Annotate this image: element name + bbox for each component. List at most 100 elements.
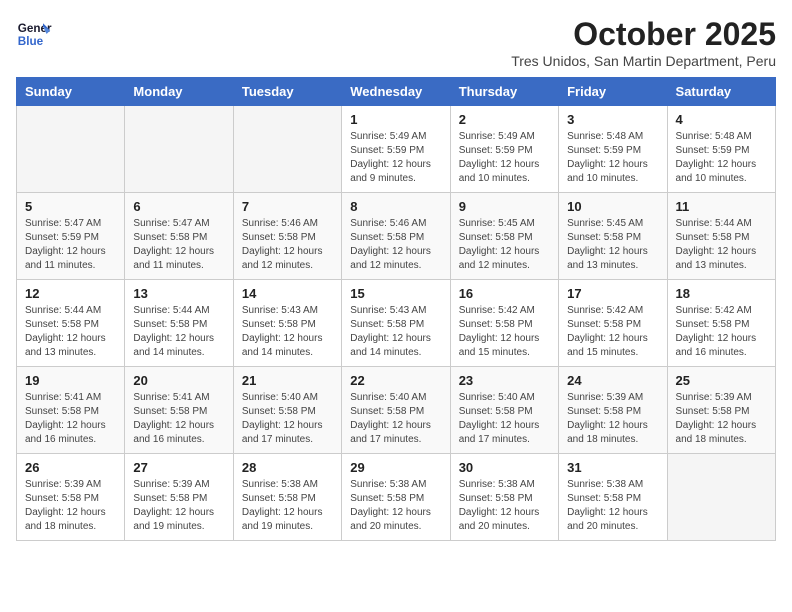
day-info: Sunrise: 5:41 AM Sunset: 5:58 PM Dayligh… bbox=[25, 391, 116, 447]
calendar-day-21: 21 Sunrise: 5:40 AM Sunset: 5:58 PM Dayli… bbox=[233, 367, 341, 454]
calendar-day-13: 13 Sunrise: 5:44 AM Sunset: 5:58 PM Dayli… bbox=[125, 280, 233, 367]
calendar-day-17: 17 Sunrise: 5:42 AM Sunset: 5:58 PM Dayli… bbox=[559, 280, 667, 367]
day-info: Sunrise: 5:44 AM Sunset: 5:58 PM Dayligh… bbox=[25, 304, 116, 360]
calendar-day-30: 30Sunrise: 5:38 AM Sunset: 5:58 PM Dayli… bbox=[450, 454, 558, 541]
day-number: 1 bbox=[350, 112, 441, 127]
calendar-day-20: 20 Sunrise: 5:41 AM Sunset: 5:58 PM Dayli… bbox=[125, 367, 233, 454]
month-title: October 2025 bbox=[511, 16, 776, 53]
calendar-day-24: 24 Sunrise: 5:39 AM Sunset: 5:58 PM Dayli… bbox=[559, 367, 667, 454]
calendar-week-row: 19 Sunrise: 5:41 AM Sunset: 5:58 PM Dayli… bbox=[17, 367, 776, 454]
calendar-day-18: 18 Sunrise: 5:42 AM Sunset: 5:58 PM Dayli… bbox=[667, 280, 775, 367]
calendar-day-1: 1 Sunrise: 5:49 AM Sunset: 5:59 PM Daylig… bbox=[342, 106, 450, 193]
day-info: Sunrise: 5:42 AM Sunset: 5:58 PM Dayligh… bbox=[459, 304, 550, 360]
weekday-header-thursday: Thursday bbox=[450, 78, 558, 106]
day-number: 27 bbox=[133, 460, 224, 475]
day-info: Sunrise: 5:38 AM Sunset: 5:58 PM Dayligh… bbox=[567, 478, 658, 534]
day-number: 8 bbox=[350, 199, 441, 214]
day-info: Sunrise: 5:42 AM Sunset: 5:58 PM Dayligh… bbox=[567, 304, 658, 360]
day-number: 6 bbox=[133, 199, 224, 214]
day-info: Sunrise: 5:43 AM Sunset: 5:58 PM Dayligh… bbox=[242, 304, 333, 360]
calendar-day-31: 31Sunrise: 5:38 AM Sunset: 5:58 PM Dayli… bbox=[559, 454, 667, 541]
day-info: Sunrise: 5:48 AM Sunset: 5:59 PM Dayligh… bbox=[676, 130, 767, 186]
day-info: Sunrise: 5:46 AM Sunset: 5:58 PM Dayligh… bbox=[350, 217, 441, 273]
calendar-day-3: 3Sunrise: 5:48 AM Sunset: 5:59 PM Daylig… bbox=[559, 106, 667, 193]
calendar-day-6: 6Sunrise: 5:47 AM Sunset: 5:58 PM Daylig… bbox=[125, 193, 233, 280]
calendar-table: SundayMondayTuesdayWednesdayThursdayFrid… bbox=[16, 77, 776, 541]
weekday-header-saturday: Saturday bbox=[667, 78, 775, 106]
title-section: October 2025 Tres Unidos, San Martin Dep… bbox=[511, 16, 776, 69]
day-number: 9 bbox=[459, 199, 550, 214]
day-number: 25 bbox=[676, 373, 767, 388]
day-info: Sunrise: 5:39 AM Sunset: 5:58 PM Dayligh… bbox=[133, 478, 224, 534]
calendar-day-22: 22 Sunrise: 5:40 AM Sunset: 5:58 PM Dayli… bbox=[342, 367, 450, 454]
day-info: Sunrise: 5:39 AM Sunset: 5:58 PM Dayligh… bbox=[567, 391, 658, 447]
calendar-day-2: 2 Sunrise: 5:49 AM Sunset: 5:59 PM Daylig… bbox=[450, 106, 558, 193]
calendar-day-11: 11Sunrise: 5:44 AM Sunset: 5:58 PM Dayli… bbox=[667, 193, 775, 280]
day-number: 2 bbox=[459, 112, 550, 127]
day-info: Sunrise: 5:49 AM Sunset: 5:59 PM Dayligh… bbox=[350, 130, 441, 186]
day-number: 19 bbox=[25, 373, 116, 388]
calendar-day-16: 16 Sunrise: 5:42 AM Sunset: 5:58 PM Dayli… bbox=[450, 280, 558, 367]
day-info: Sunrise: 5:48 AM Sunset: 5:59 PM Dayligh… bbox=[567, 130, 658, 186]
day-info: Sunrise: 5:44 AM Sunset: 5:58 PM Dayligh… bbox=[133, 304, 224, 360]
day-number: 13 bbox=[133, 286, 224, 301]
calendar-day-7: 7Sunrise: 5:46 AM Sunset: 5:58 PM Daylig… bbox=[233, 193, 341, 280]
day-info: Sunrise: 5:42 AM Sunset: 5:58 PM Dayligh… bbox=[676, 304, 767, 360]
day-number: 23 bbox=[459, 373, 550, 388]
calendar-week-row: 1 Sunrise: 5:49 AM Sunset: 5:59 PM Daylig… bbox=[17, 106, 776, 193]
day-info: Sunrise: 5:39 AM Sunset: 5:58 PM Dayligh… bbox=[676, 391, 767, 447]
calendar-empty-cell bbox=[667, 454, 775, 541]
logo: General Blue bbox=[16, 16, 52, 52]
day-number: 15 bbox=[350, 286, 441, 301]
day-info: Sunrise: 5:49 AM Sunset: 5:59 PM Dayligh… bbox=[459, 130, 550, 186]
day-number: 26 bbox=[25, 460, 116, 475]
calendar-day-19: 19 Sunrise: 5:41 AM Sunset: 5:58 PM Dayli… bbox=[17, 367, 125, 454]
day-info: Sunrise: 5:38 AM Sunset: 5:58 PM Dayligh… bbox=[350, 478, 441, 534]
day-info: Sunrise: 5:40 AM Sunset: 5:58 PM Dayligh… bbox=[459, 391, 550, 447]
day-number: 5 bbox=[25, 199, 116, 214]
calendar-day-10: 10 Sunrise: 5:45 AM Sunset: 5:58 PM Dayli… bbox=[559, 193, 667, 280]
weekday-header-wednesday: Wednesday bbox=[342, 78, 450, 106]
weekday-header-tuesday: Tuesday bbox=[233, 78, 341, 106]
day-info: Sunrise: 5:45 AM Sunset: 5:58 PM Dayligh… bbox=[567, 217, 658, 273]
calendar-week-row: 26 Sunrise: 5:39 AM Sunset: 5:58 PM Dayli… bbox=[17, 454, 776, 541]
weekday-header-row: SundayMondayTuesdayWednesdayThursdayFrid… bbox=[17, 78, 776, 106]
calendar-empty-cell bbox=[233, 106, 341, 193]
day-info: Sunrise: 5:45 AM Sunset: 5:58 PM Dayligh… bbox=[459, 217, 550, 273]
day-number: 14 bbox=[242, 286, 333, 301]
day-number: 12 bbox=[25, 286, 116, 301]
day-number: 24 bbox=[567, 373, 658, 388]
logo-icon: General Blue bbox=[16, 16, 52, 52]
calendar-day-27: 27 Sunrise: 5:39 AM Sunset: 5:58 PM Dayli… bbox=[125, 454, 233, 541]
day-info: Sunrise: 5:40 AM Sunset: 5:58 PM Dayligh… bbox=[242, 391, 333, 447]
weekday-header-monday: Monday bbox=[125, 78, 233, 106]
day-number: 18 bbox=[676, 286, 767, 301]
day-number: 17 bbox=[567, 286, 658, 301]
day-number: 10 bbox=[567, 199, 658, 214]
calendar-week-row: 5 Sunrise: 5:47 AM Sunset: 5:59 PM Daylig… bbox=[17, 193, 776, 280]
day-number: 4 bbox=[676, 112, 767, 127]
day-info: Sunrise: 5:38 AM Sunset: 5:58 PM Dayligh… bbox=[242, 478, 333, 534]
page-header: General Blue October 2025 Tres Unidos, S… bbox=[16, 16, 776, 69]
day-number: 20 bbox=[133, 373, 224, 388]
day-number: 22 bbox=[350, 373, 441, 388]
calendar-empty-cell bbox=[17, 106, 125, 193]
day-info: Sunrise: 5:40 AM Sunset: 5:58 PM Dayligh… bbox=[350, 391, 441, 447]
calendar-day-26: 26 Sunrise: 5:39 AM Sunset: 5:58 PM Dayli… bbox=[17, 454, 125, 541]
day-number: 21 bbox=[242, 373, 333, 388]
day-info: Sunrise: 5:47 AM Sunset: 5:59 PM Dayligh… bbox=[25, 217, 116, 273]
day-info: Sunrise: 5:41 AM Sunset: 5:58 PM Dayligh… bbox=[133, 391, 224, 447]
day-number: 16 bbox=[459, 286, 550, 301]
svg-text:Blue: Blue bbox=[18, 35, 44, 48]
day-info: Sunrise: 5:44 AM Sunset: 5:58 PM Dayligh… bbox=[676, 217, 767, 273]
day-info: Sunrise: 5:38 AM Sunset: 5:58 PM Dayligh… bbox=[459, 478, 550, 534]
calendar-day-5: 5 Sunrise: 5:47 AM Sunset: 5:59 PM Daylig… bbox=[17, 193, 125, 280]
calendar-day-15: 15Sunrise: 5:43 AM Sunset: 5:58 PM Dayli… bbox=[342, 280, 450, 367]
weekday-header-sunday: Sunday bbox=[17, 78, 125, 106]
day-info: Sunrise: 5:39 AM Sunset: 5:58 PM Dayligh… bbox=[25, 478, 116, 534]
day-info: Sunrise: 5:46 AM Sunset: 5:58 PM Dayligh… bbox=[242, 217, 333, 273]
calendar-day-14: 14 Sunrise: 5:43 AM Sunset: 5:58 PM Dayli… bbox=[233, 280, 341, 367]
calendar-week-row: 12 Sunrise: 5:44 AM Sunset: 5:58 PM Dayli… bbox=[17, 280, 776, 367]
calendar-day-8: 8 Sunrise: 5:46 AM Sunset: 5:58 PM Daylig… bbox=[342, 193, 450, 280]
calendar-day-12: 12 Sunrise: 5:44 AM Sunset: 5:58 PM Dayli… bbox=[17, 280, 125, 367]
